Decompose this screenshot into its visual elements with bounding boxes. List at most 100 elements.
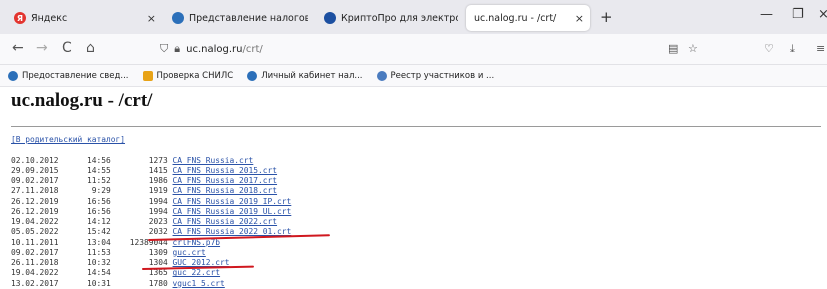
bookmark-label: Личный кабинет нал... (261, 70, 363, 81)
url-path: /crt/ (242, 43, 263, 55)
minimize-button[interactable]: — (760, 7, 773, 22)
url-text: uc.nalog.ru/crt/ (186, 44, 263, 55)
back-button[interactable]: ← (12, 40, 24, 56)
file-time: 14:12 (87, 217, 111, 226)
file-row: 09.02.2017 11:53 1309 guc.crt (11, 248, 206, 257)
file-link[interactable]: CA_FNS_Russia.crt (173, 156, 254, 165)
file-link[interactable]: CA_FNS_Russia_2015.crt (173, 166, 278, 175)
file-row: 13.02.2017 10:31 1780 vguc1_5.crt (11, 279, 225, 288)
file-date: 09.02.2017 (11, 176, 59, 185)
file-time: 11:52 (87, 176, 111, 185)
page-title: uc.nalog.ru - /crt/ (11, 90, 153, 111)
fns-icon (172, 12, 184, 24)
file-link[interactable]: CA_FNS_Russia_2017.crt (173, 176, 278, 185)
tab-title: Представление налоговой и ( × (189, 12, 308, 24)
page-content: uc.nalog.ru - /crt/ [В родительский ката… (0, 88, 827, 288)
bookmark-star-icon[interactable]: ☆ (688, 42, 698, 55)
menu-icon[interactable]: ≡ (816, 42, 825, 55)
fns-icon (247, 70, 258, 81)
file-time: 14:56 (87, 155, 111, 165)
file-time: 10:31 (87, 278, 111, 288)
file-date: 02.10.2012 (11, 155, 59, 165)
bookmark-label: Проверка СНИЛС (156, 70, 234, 81)
file-row: 09.02.2017 11:52 1986 CA_FNS_Russia_2017.… (11, 176, 277, 185)
file-link[interactable]: CA_FNS_Russia_2022.crt (173, 217, 278, 226)
tab-cryptopro[interactable]: КриптоПро для электронной ( × (316, 5, 464, 31)
cryptopro-icon (324, 12, 336, 24)
file-row: 19.04.2022 14:12 2023 CA_FNS_Russia_2022.… (11, 217, 277, 226)
navigation-bar: ← → C ⌂ ⛉ 🔒︎ uc.nalog.ru/crt/ ▤ ☆ ♡ ⤓ ≡ (0, 34, 827, 65)
file-date: 26.12.2019 (11, 196, 59, 206)
file-size: 2032 (148, 227, 168, 237)
file-link[interactable]: CA_FNS_Russia_2019_UL.crt (173, 207, 292, 216)
file-time: 14:55 (87, 165, 111, 175)
parent-directory-link[interactable]: [В родительский каталог] (11, 135, 125, 144)
file-size: 1309 (148, 247, 168, 257)
home-button[interactable]: ⌂ (86, 40, 95, 56)
file-row: 19.04.2022 14:54 1365 guc_22.crt (11, 268, 220, 277)
close-tab-icon[interactable]: × (575, 12, 584, 25)
file-time: 11:53 (87, 247, 111, 257)
file-size: 1273 (148, 155, 168, 165)
file-size: 1994 (148, 196, 168, 206)
file-size: 1780 (148, 278, 168, 288)
file-time: 16:56 (87, 206, 111, 216)
file-row: 27.11.2018 9:29 1919 CA_FNS_Russia_2018.c… (11, 186, 277, 195)
file-date: 29.09.2015 (11, 165, 59, 175)
file-date: 13.02.2017 (11, 278, 59, 288)
forward-button[interactable]: → (36, 40, 48, 56)
file-size: 2023 (148, 217, 168, 226)
fns-icon (8, 70, 18, 81)
reload-button[interactable]: C (62, 40, 72, 56)
close-window-button[interactable]: × (818, 7, 827, 22)
new-tab-button[interactable]: + (600, 8, 613, 26)
file-size: 1365 (148, 268, 168, 278)
file-date: 26.11.2018 (11, 258, 59, 267)
close-tab-icon[interactable]: × (147, 12, 156, 25)
tab-yandex[interactable]: Я Яндекс × (6, 5, 162, 31)
file-row: 05.05.2022 15:42 2032 CA_FNS_Russia_2022_… (11, 227, 291, 236)
file-time: 15:42 (87, 227, 111, 237)
file-time: 14:54 (87, 268, 111, 278)
pocket-icon[interactable]: ♡ (764, 42, 774, 55)
url-host: uc.nalog.ru (186, 43, 243, 55)
file-date: 09.02.2017 (11, 247, 59, 257)
tab-title: Яндекс (31, 12, 68, 24)
tab-fns[interactable]: Представление налоговой и ( × (164, 5, 314, 31)
file-size: 1919 (148, 186, 168, 196)
file-row: 26.12.2019 16:56 1994 CA_FNS_Russia_2019_… (11, 207, 291, 216)
tab-uc-nalog[interactable]: uc.nalog.ru - /crt/ × (466, 5, 590, 31)
shield-icon: ⛉ (160, 42, 169, 55)
tab-title: uc.nalog.ru - /crt/ (474, 12, 557, 24)
file-link[interactable]: CA_FNS_Russia_2018.crt (173, 186, 278, 195)
restore-button[interactable]: ❐ (792, 7, 804, 22)
file-row: 26.11.2018 10:32 1304 GUC_2012.crt (11, 258, 230, 267)
reader-view-icon[interactable]: ▤ (668, 42, 678, 55)
bookmark-item[interactable]: Проверка СНИЛС (142, 70, 234, 81)
file-date: 26.12.2019 (11, 206, 59, 216)
file-link[interactable]: CA_FNS_Russia_2019_IP.crt (173, 197, 292, 206)
file-link[interactable]: guc_22.crt (173, 268, 221, 277)
file-row: 02.10.2012 14:56 1273 CA_FNS_Russia.crt (11, 156, 253, 165)
divider (11, 126, 821, 127)
file-date: 05.05.2022 (11, 227, 59, 237)
file-date: 19.04.2022 (11, 268, 59, 278)
file-link[interactable]: guc.crt (173, 248, 206, 257)
bookmark-item[interactable]: Личный кабинет нал... (247, 70, 363, 81)
file-date: 19.04.2022 (11, 217, 59, 226)
downloads-icon[interactable]: ⤓ (790, 42, 795, 56)
file-date: 27.11.2018 (11, 186, 59, 196)
address-bar[interactable]: ⛉ 🔒︎ uc.nalog.ru/crt/ (160, 38, 700, 60)
file-size: 1415 (148, 165, 168, 175)
file-link[interactable]: vguc1_5.crt (173, 279, 225, 288)
bookmark-item[interactable]: Предоставление свед... (8, 70, 129, 81)
tab-title: КриптоПро для электронной ( × (341, 12, 458, 24)
file-row: 29.09.2015 14:55 1415 CA_FNS_Russia_2015.… (11, 166, 277, 175)
file-time: 16:56 (87, 196, 111, 206)
emblem-icon (142, 70, 153, 81)
bookmark-item[interactable]: Реестр участников и ... (376, 70, 494, 81)
tab-strip: Я Яндекс × Представление налоговой и ( ×… (0, 0, 827, 34)
yandex-icon: Я (14, 12, 26, 24)
file-date: 10.11.2011 (11, 237, 59, 247)
lock-icon: 🔒︎ (174, 42, 181, 55)
